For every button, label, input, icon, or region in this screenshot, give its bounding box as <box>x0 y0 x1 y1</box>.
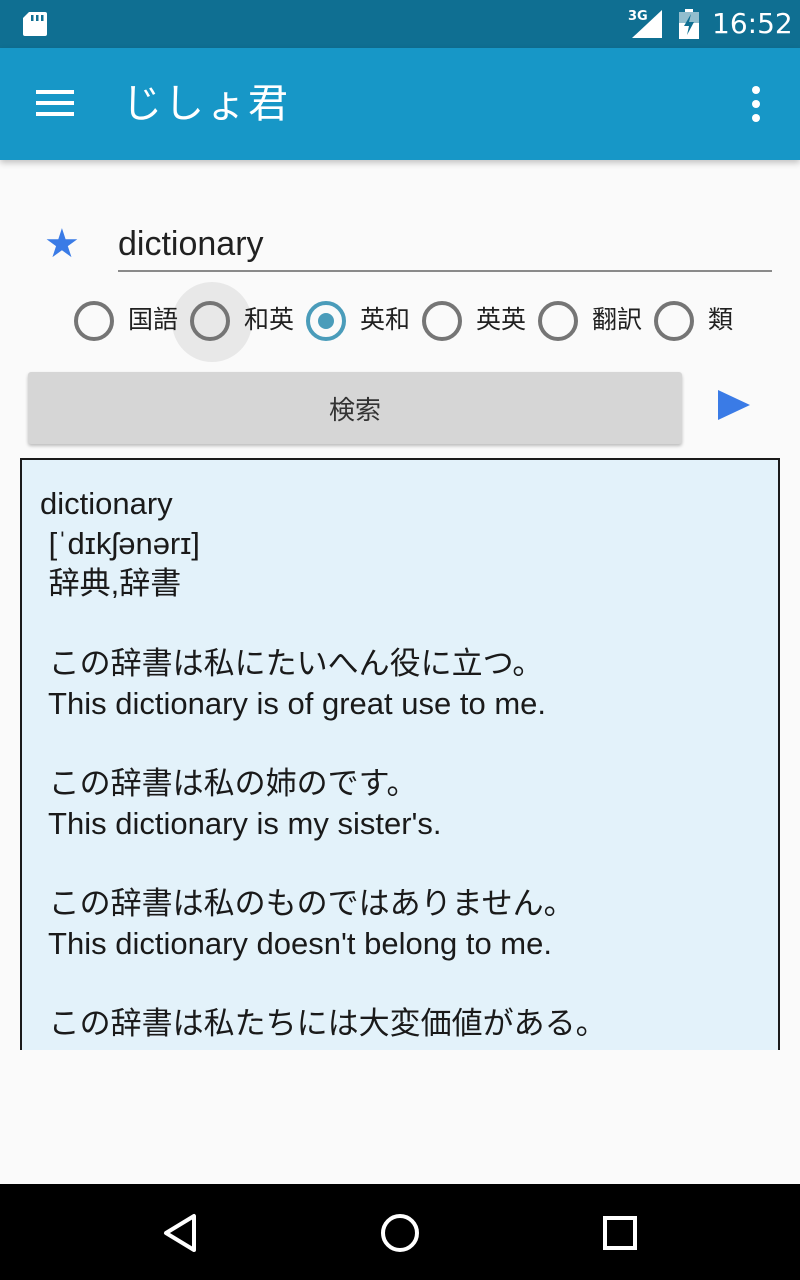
result-line <box>40 844 760 884</box>
result-line: この辞書は私たちには大変価値がある。 <box>40 1006 607 1041</box>
radio-ring <box>422 301 462 341</box>
result-line: This dictionary is my sister's. <box>40 806 442 841</box>
result-line: この辞書は私にたいへん役に立つ。 <box>40 646 544 681</box>
play-icon[interactable] <box>718 390 750 420</box>
navigation-bar <box>0 1184 800 1280</box>
radio-ring <box>306 301 346 341</box>
signal-icon <box>632 10 662 38</box>
app-bar: じしょ君 <box>0 48 800 160</box>
radio-label: 翻訳 <box>592 305 643 334</box>
status-bar: 3G 16:52 <box>0 0 800 48</box>
result-panel[interactable]: dictionary [ˈdɪkʃənərɪ] 辞典,辞書 この辞書は私にたいへ… <box>20 458 780 1050</box>
recents-icon[interactable] <box>596 1210 644 1256</box>
status-clock: 16:52 <box>712 7 793 40</box>
radio-label: 英和 <box>360 305 411 334</box>
result-line: This dictionary doesn't belong to me. <box>40 926 552 961</box>
search-button[interactable]: 検索 <box>28 372 682 444</box>
radio-dot <box>318 313 334 329</box>
radio-ring <box>190 301 230 341</box>
back-icon[interactable] <box>156 1210 204 1256</box>
result-line: この辞書は私の姉のです。 <box>40 766 418 801</box>
star-icon[interactable]: ★ <box>44 222 80 266</box>
result-line: 辞典,辞書 <box>40 566 182 601</box>
result-line: dictionary <box>40 486 173 521</box>
hamburger-menu-icon[interactable] <box>36 88 76 118</box>
result-line <box>40 724 760 764</box>
radio-label: 類 <box>708 305 734 334</box>
more-vert-icon[interactable] <box>744 84 768 124</box>
result-line: [ˈdɪkʃənərɪ] <box>40 526 200 561</box>
radio-ring <box>74 301 114 341</box>
sd-card-icon <box>23 12 47 36</box>
result-text: dictionary [ˈdɪkʃənərɪ] 辞典,辞書 この辞書は私にたいへ… <box>40 484 760 1044</box>
radio-label: 国語 <box>128 305 179 334</box>
radio-label: 和英 <box>244 305 295 334</box>
radio-ring <box>538 301 578 341</box>
search-input[interactable] <box>118 218 772 272</box>
battery-icon <box>679 9 699 39</box>
result-line <box>40 964 760 1004</box>
result-line: この辞書は私のものではありません。 <box>40 886 575 921</box>
result-line <box>40 604 760 644</box>
home-icon[interactable] <box>376 1210 424 1256</box>
radio-ring <box>654 301 694 341</box>
radio-label: 英英 <box>476 305 527 334</box>
result-line: This dictionary is of great use to me. <box>40 686 546 721</box>
app-title: じしょ君 <box>122 81 290 127</box>
